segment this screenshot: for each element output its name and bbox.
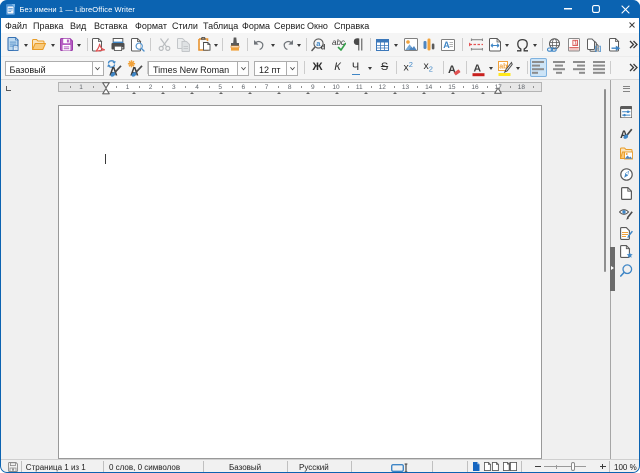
svg-text:abc: abc: [332, 38, 345, 47]
svg-text:1: 1: [574, 40, 577, 46]
svg-text:A: A: [443, 40, 450, 50]
svg-text:d: d: [321, 42, 325, 51]
svg-text:A: A: [473, 62, 481, 74]
